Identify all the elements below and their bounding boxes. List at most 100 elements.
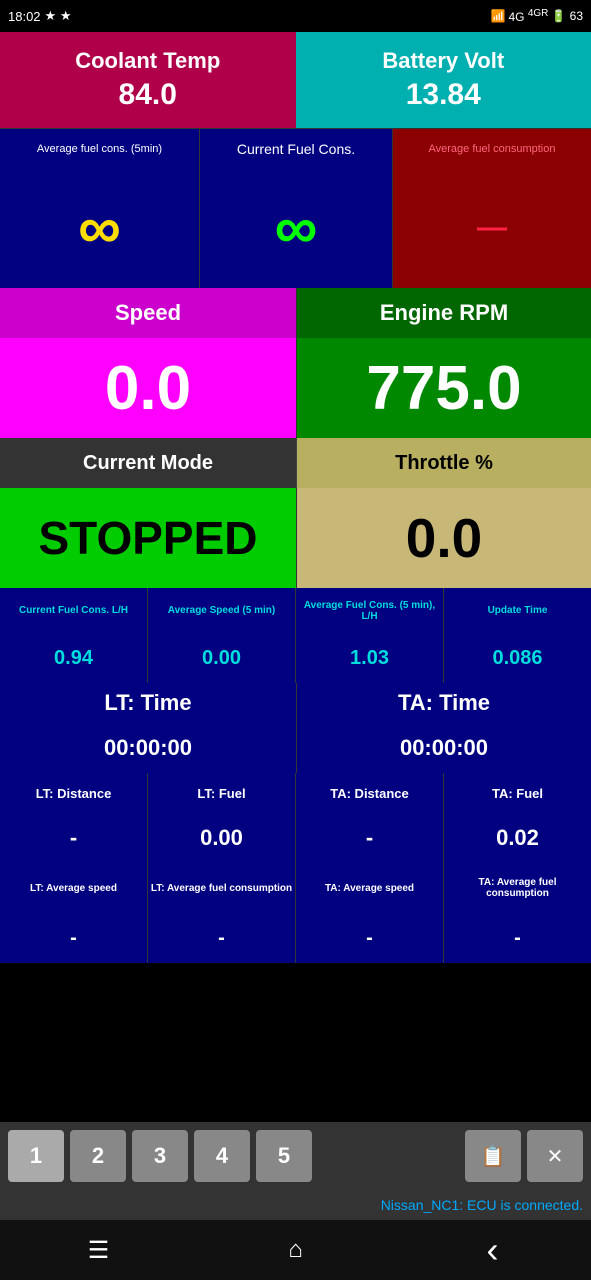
throttle-value: 0.0 bbox=[406, 506, 482, 570]
sys-menu-btn[interactable]: ☰ bbox=[74, 1236, 124, 1265]
ta-fuel-header: TA: Fuel bbox=[444, 773, 591, 813]
ta-avg-speed-header: TA: Average speed bbox=[296, 863, 444, 913]
ta-avg-fuel-cell: - bbox=[444, 913, 591, 963]
throttle-value-cell: 0.0 bbox=[297, 488, 591, 588]
nav-close-btn[interactable]: ✕ bbox=[527, 1130, 583, 1182]
inf-mid-cell: ∞ bbox=[200, 168, 393, 288]
ta-fuel-value-cell: 0.02 bbox=[444, 813, 591, 863]
stat-h4: Update Time bbox=[444, 588, 591, 633]
lt-time-header[interactable]: LT: Time bbox=[0, 683, 297, 723]
stat-v3: 1.03 bbox=[350, 647, 389, 670]
row-speed-rpm-values: 0.0 775.0 bbox=[0, 338, 591, 438]
row-avg-values: - - - - bbox=[0, 913, 591, 963]
row-stats-headers: Current Fuel Cons. L/H Average Speed (5 … bbox=[0, 588, 591, 633]
status-time: 18:02 ★ ★ bbox=[8, 8, 71, 24]
mode-header[interactable]: Current Mode bbox=[0, 438, 297, 488]
ta-time-header-label: TA: Time bbox=[398, 690, 490, 716]
speed-header-label: Speed bbox=[115, 300, 181, 326]
row-dist-fuel-values: - 0.00 - 0.02 bbox=[0, 813, 591, 863]
lt-avg-speed-header: LT: Average speed bbox=[0, 863, 148, 913]
row-infinity: ∞ ∞ — bbox=[0, 168, 591, 288]
sys-back-btn[interactable]: ‹ bbox=[468, 1229, 518, 1271]
row-fuel-headers: Average fuel cons. (5min) Current Fuel C… bbox=[0, 128, 591, 168]
lt-fuel-value-cell: 0.00 bbox=[148, 813, 296, 863]
stat-h2-label: Average Speed (5 min) bbox=[168, 605, 275, 616]
stat-h1: Current Fuel Cons. L/H bbox=[0, 588, 148, 633]
battery-cell: Battery Volt 13.84 bbox=[296, 32, 591, 128]
nav-btn-4[interactable]: 4 bbox=[194, 1130, 250, 1182]
rpm-header[interactable]: Engine RPM bbox=[297, 288, 591, 338]
row-speed-rpm-headers: Speed Engine RPM bbox=[0, 288, 591, 338]
nav-btn-1[interactable]: 1 bbox=[8, 1130, 64, 1182]
nav-list-icon-btn[interactable]: 📋 bbox=[465, 1130, 521, 1182]
stat-v4-cell: 0.086 bbox=[444, 633, 591, 683]
nav-buttons-row: 1 2 3 4 5 📋 ✕ bbox=[0, 1122, 591, 1190]
avg-cons-header-label: Average fuel consumption bbox=[429, 143, 556, 155]
speed-value: 0.0 bbox=[105, 353, 191, 424]
dash-red-icon: — bbox=[477, 211, 507, 245]
speed-header[interactable]: Speed bbox=[0, 288, 297, 338]
infinity-green-icon: ∞ bbox=[275, 198, 318, 258]
nav-btn-3[interactable]: 3 bbox=[132, 1130, 188, 1182]
main-grid: Coolant Temp 84.0 Battery Volt 13.84 Ave… bbox=[0, 32, 591, 1122]
rpm-value: 775.0 bbox=[366, 353, 521, 424]
avg-cons-header[interactable]: Average fuel consumption bbox=[393, 129, 591, 168]
ta-avg-speed-header-label: TA: Average speed bbox=[325, 883, 414, 894]
close-icon: ✕ bbox=[547, 1144, 564, 1169]
lt-avg-fuel-value: - bbox=[218, 927, 225, 950]
stat-v2: 0.00 bbox=[202, 647, 241, 670]
stat-v4: 0.086 bbox=[492, 647, 542, 670]
nav-btn-2[interactable]: 2 bbox=[70, 1130, 126, 1182]
stat-v3-cell: 1.03 bbox=[296, 633, 444, 683]
avg-fuel-header-label: Average fuel cons. (5min) bbox=[37, 143, 162, 155]
signal-icons: 4G 4GR bbox=[508, 8, 548, 24]
menu-icon: ☰ bbox=[88, 1237, 110, 1264]
sys-home-btn[interactable]: ⌂ bbox=[271, 1236, 321, 1264]
throttle-header[interactable]: Throttle % bbox=[297, 438, 591, 488]
lt-dist-header: LT: Distance bbox=[0, 773, 148, 813]
ta-dist-header-label: TA: Distance bbox=[330, 786, 409, 801]
lt-avg-fuel-cell: - bbox=[148, 913, 296, 963]
avg-fuel-header[interactable]: Average fuel cons. (5min) bbox=[0, 129, 200, 168]
lt-avg-speed-cell: - bbox=[0, 913, 148, 963]
stat-v2-cell: 0.00 bbox=[148, 633, 296, 683]
current-fuel-header[interactable]: Current Fuel Cons. bbox=[200, 129, 393, 168]
ta-fuel-value: 0.02 bbox=[496, 825, 539, 851]
lt-time-header-label: LT: Time bbox=[104, 690, 191, 716]
throttle-header-label: Throttle % bbox=[395, 452, 493, 475]
coolant-label: Coolant Temp bbox=[75, 48, 220, 74]
lt-fuel-header-label: LT: Fuel bbox=[197, 786, 245, 801]
stat-h2: Average Speed (5 min) bbox=[148, 588, 296, 633]
coolant-value: 84.0 bbox=[119, 78, 177, 112]
lt-avg-fuel-header-label: LT: Average fuel consumption bbox=[151, 883, 292, 894]
status-message-row: Nissan_NC1: ECU is connected. bbox=[0, 1190, 591, 1220]
list-icon: 📋 bbox=[481, 1144, 506, 1169]
lt-dist-value: - bbox=[70, 825, 77, 851]
lt-fuel-header: LT: Fuel bbox=[148, 773, 296, 813]
bluetooth-icon: 📶 bbox=[491, 9, 506, 23]
ta-avg-fuel-header-label: TA: Average fuel consumption bbox=[446, 877, 589, 899]
battery-label: Battery Volt bbox=[382, 48, 504, 74]
nav-btn-3-label: 3 bbox=[154, 1143, 166, 1169]
stat-h3-label: Average Fuel Cons. (5 min), L/H bbox=[296, 600, 443, 622]
inf-right-cell: — bbox=[393, 168, 591, 288]
time-display: 18:02 bbox=[8, 9, 41, 24]
ta-time-header[interactable]: TA: Time bbox=[297, 683, 591, 723]
stat-h3: Average Fuel Cons. (5 min), L/H bbox=[296, 588, 444, 633]
lt-time-value-cell: 00:00:00 bbox=[0, 723, 297, 773]
battery-icon: 🔋 63 bbox=[551, 9, 583, 23]
ta-time-value: 00:00:00 bbox=[400, 735, 488, 761]
row-coolant-battery: Coolant Temp 84.0 Battery Volt 13.84 bbox=[0, 32, 591, 128]
nav-btn-5[interactable]: 5 bbox=[256, 1130, 312, 1182]
mode-header-label: Current Mode bbox=[83, 452, 213, 475]
row-mode-throttle-headers: Current Mode Throttle % bbox=[0, 438, 591, 488]
rpm-value-cell: 775.0 bbox=[297, 338, 591, 438]
lt-dist-value-cell: - bbox=[0, 813, 148, 863]
nav-btn-5-label: 5 bbox=[278, 1143, 290, 1169]
lt-fuel-value: 0.00 bbox=[200, 825, 243, 851]
mode-value-cell: STOPPED bbox=[0, 488, 297, 588]
stat-v1-cell: 0.94 bbox=[0, 633, 148, 683]
activity-icons: ★ ★ bbox=[45, 8, 72, 24]
row-mode-throttle-values: STOPPED 0.0 bbox=[0, 488, 591, 588]
inf-left-cell: ∞ bbox=[0, 168, 200, 288]
